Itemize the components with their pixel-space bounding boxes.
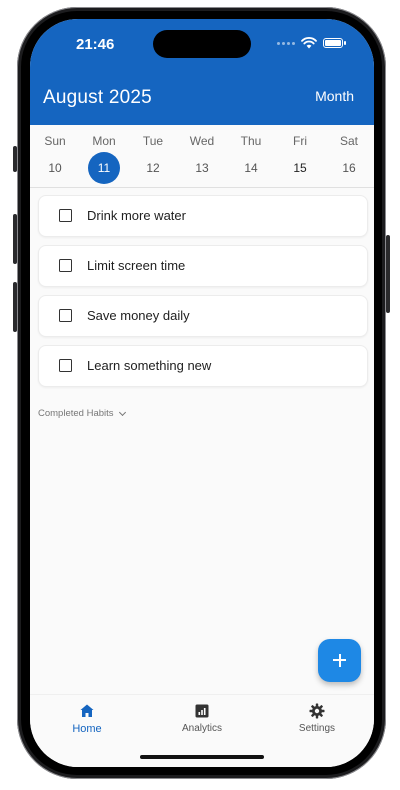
month-view-button[interactable]: Month: [315, 88, 354, 104]
checkbox-icon[interactable]: [59, 259, 72, 272]
wifi-icon: [301, 37, 317, 49]
habit-card[interactable]: Save money daily: [38, 295, 368, 337]
day-name: Sat: [339, 134, 358, 148]
habit-card[interactable]: Drink more water: [38, 195, 368, 237]
power-button: [386, 235, 390, 313]
nav-home[interactable]: Home: [32, 695, 142, 745]
action-button: [13, 146, 17, 172]
day-name: Mon: [92, 134, 116, 148]
checkbox-icon[interactable]: [59, 309, 72, 322]
day-tue[interactable]: Tue 12: [133, 125, 173, 187]
day-name: Wed: [189, 134, 215, 148]
battery-icon: [323, 38, 343, 48]
home-indicator: [140, 755, 264, 759]
nav-settings-label: Settings: [298, 723, 336, 734]
add-habit-button[interactable]: [318, 639, 361, 682]
day-name: Thu: [240, 134, 262, 148]
checkbox-icon[interactable]: [59, 359, 72, 372]
day-number: 12: [146, 161, 160, 175]
status-time: 21:46: [76, 36, 115, 53]
volume-down-button: [13, 282, 17, 332]
chevron-down-icon: [118, 408, 126, 416]
day-name: Fri: [293, 134, 307, 148]
habit-label: Drink more water: [87, 208, 186, 223]
day-name: Tue: [142, 134, 164, 148]
settings-icon: [309, 703, 325, 719]
day-thu[interactable]: Thu 14: [231, 125, 271, 187]
day-sat[interactable]: Sat 16: [329, 125, 369, 187]
page-title: August 2025: [43, 87, 152, 108]
habit-card[interactable]: Learn something new: [38, 345, 368, 387]
day-number: 10: [48, 161, 62, 175]
nav-settings[interactable]: Settings: [262, 695, 372, 745]
nav-analytics-label: Analytics: [181, 723, 222, 734]
week-strip: Sun 10 Mon 11 Tue 12 Wed 13 Thu 14 Fri 1…: [30, 125, 374, 188]
analytics-icon: [195, 704, 209, 718]
plus-icon-stem: [338, 653, 341, 667]
nav-analytics[interactable]: Analytics: [147, 695, 257, 745]
day-wed[interactable]: Wed 13: [182, 125, 222, 187]
day-number: 14: [244, 161, 258, 175]
day-number: 13: [195, 161, 209, 175]
home-icon: [80, 704, 94, 717]
nav-home-label: Home: [72, 723, 102, 735]
day-number: 16: [342, 161, 356, 175]
day-number-selected: 11: [88, 152, 120, 184]
signal-icon: [277, 41, 295, 45]
day-sun[interactable]: Sun 10: [35, 125, 75, 187]
day-fri[interactable]: Fri 15: [280, 125, 320, 187]
completed-habits-label: Completed Habits: [38, 408, 114, 419]
checkbox-icon[interactable]: [59, 209, 72, 222]
habit-label: Save money daily: [87, 308, 190, 323]
day-mon[interactable]: Mon 11: [84, 125, 124, 187]
habit-label: Learn something new: [87, 358, 212, 373]
status-icons: [277, 37, 346, 49]
day-number: 15: [293, 161, 307, 175]
day-name: Sun: [44, 134, 66, 148]
habit-label: Limit screen time: [87, 258, 186, 273]
dynamic-island: [153, 30, 251, 58]
completed-habits-toggle[interactable]: Completed Habits: [38, 408, 126, 419]
battery-cap: [344, 41, 346, 45]
habit-card[interactable]: Limit screen time: [38, 245, 368, 287]
app-screen: 21:46 August 2025 Month Sun 10 Mon 11 Tu…: [30, 19, 374, 767]
volume-up-button: [13, 214, 17, 264]
